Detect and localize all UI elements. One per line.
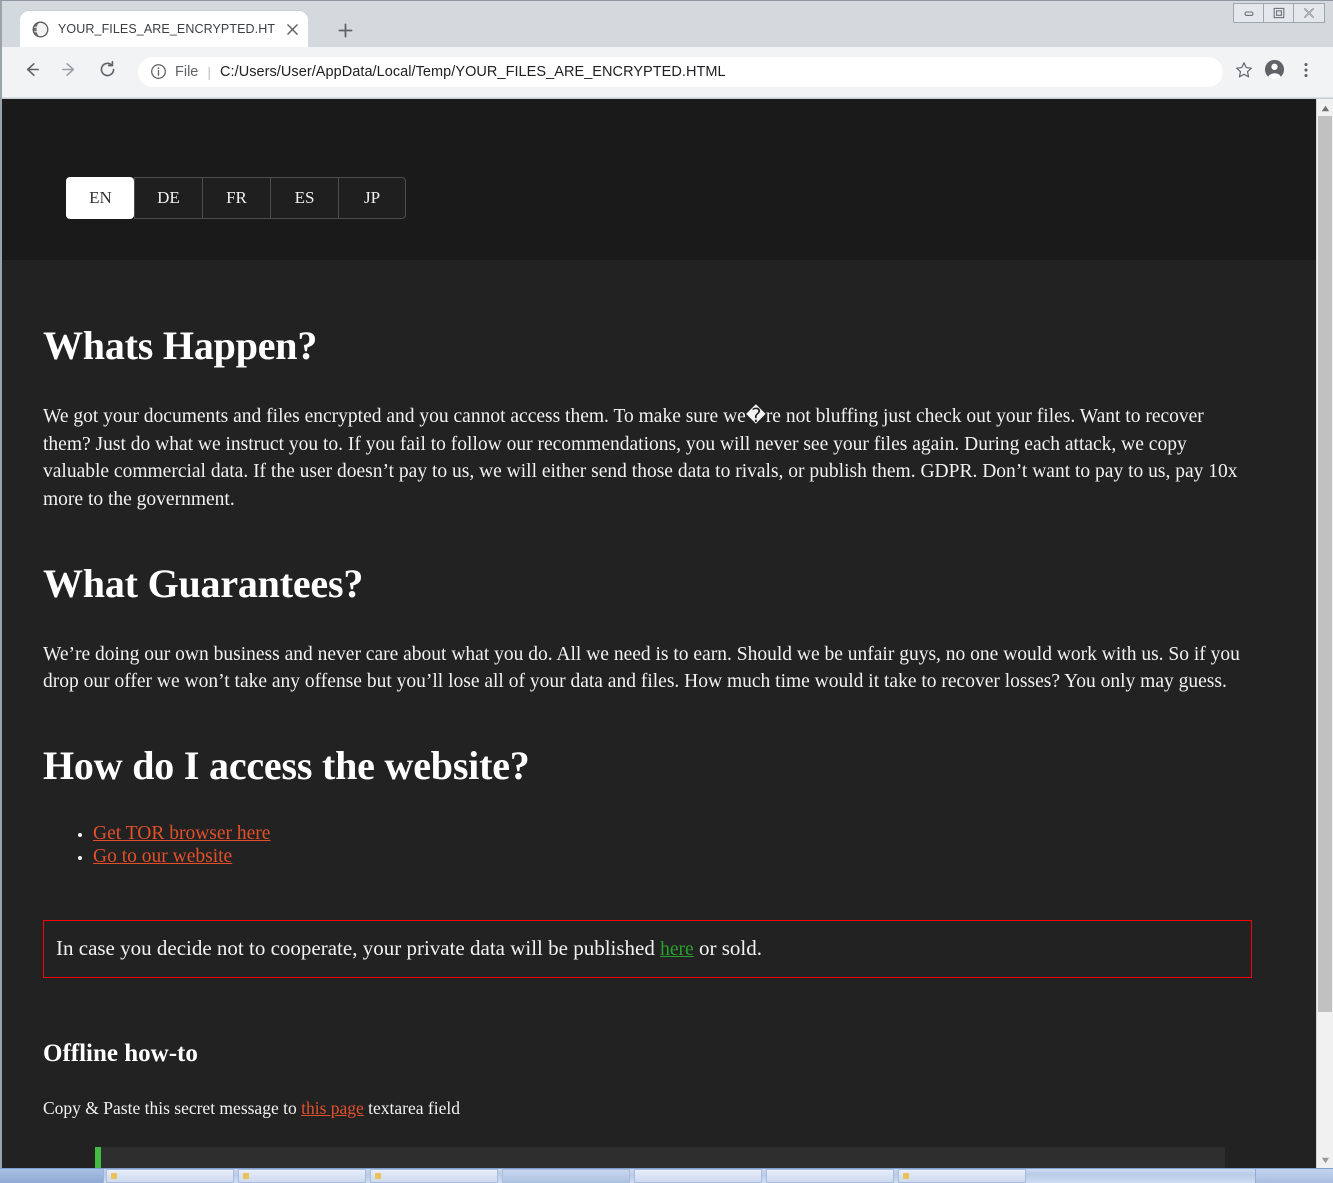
url-scheme-label: File <box>175 64 199 80</box>
url-separator: | <box>207 64 212 80</box>
windows-taskbar <box>0 1168 1333 1183</box>
language-tab-es[interactable]: ES <box>270 177 338 219</box>
system-tray[interactable] <box>1255 1169 1333 1183</box>
list-item: Get TOR browser here <box>93 823 1252 845</box>
data-publication-warning-box: In case you decide not to cooperate, you… <box>43 920 1252 978</box>
arrow-right-icon <box>60 60 79 84</box>
taskbar-item[interactable] <box>106 1169 234 1183</box>
paragraph-what-guarantees: We’re doing our own business and never c… <box>43 643 1240 693</box>
ransom-note-body: Whats Happen? We got your documents and … <box>2 260 1316 1168</box>
warning-text-before: In case you decide not to cooperate, you… <box>56 936 655 961</box>
restore-icon <box>1272 7 1286 19</box>
minimize-icon <box>1242 8 1256 18</box>
ransom-note-page: EN DE FR ES JP Whats Happen? We got your… <box>2 99 1316 1168</box>
app-icon <box>111 1173 117 1179</box>
reload-icon <box>98 60 117 84</box>
section-heading-access-website: How do I access the website? <box>43 743 530 789</box>
offline-howto-instruction: Copy & Paste this secret message to this… <box>43 1096 1252 1121</box>
browser-tab[interactable]: YOUR_FILES_ARE_ENCRYPTED.HT <box>20 11 308 47</box>
language-switcher: EN DE FR ES JP <box>66 177 1316 219</box>
close-icon[interactable] <box>282 19 302 39</box>
browser-window: YOUR_FILES_ARE_ENCRYPTED.HT File | C:/Us… <box>0 0 1333 1168</box>
warning-text: In case you decide not to cooperate, you… <box>56 935 1239 962</box>
scrollbar-track[interactable] <box>1317 116 1333 1151</box>
plus-icon <box>338 23 353 43</box>
url-text[interactable]: C:/Users/User/AppData/Local/Temp/YOUR_FI… <box>220 64 1217 80</box>
account-circle-icon <box>1264 59 1285 85</box>
globe-icon <box>32 21 49 38</box>
app-icon <box>375 1173 381 1179</box>
language-tab-de[interactable]: DE <box>134 177 202 219</box>
forward-button[interactable] <box>52 55 86 89</box>
language-tab-fr[interactable]: FR <box>202 177 270 219</box>
scroll-up-button[interactable] <box>1317 99 1333 116</box>
taskbar-item[interactable] <box>634 1169 762 1183</box>
star-icon <box>1235 61 1253 84</box>
minimize-button[interactable] <box>1234 4 1264 22</box>
three-dot-menu-icon <box>1303 60 1309 85</box>
address-bar[interactable]: File | C:/Users/User/AppData/Local/Temp/… <box>138 57 1223 87</box>
arrow-left-icon <box>22 60 41 84</box>
warning-text-after: or sold. <box>698 936 762 961</box>
taskbar-item[interactable] <box>898 1169 1026 1183</box>
scrollbar-thumb[interactable] <box>1318 116 1332 1012</box>
browser-title-bar: YOUR_FILES_ARE_ENCRYPTED.HT <box>2 1 1333 47</box>
access-links-list: Get TOR browser here Go to our website <box>43 823 1252 868</box>
this-page-link[interactable]: this page <box>301 1098 364 1118</box>
new-tab-button[interactable] <box>332 20 358 46</box>
back-button[interactable] <box>14 55 48 89</box>
close-icon <box>1302 7 1316 19</box>
language-tab-en[interactable]: EN <box>66 177 134 219</box>
app-icon <box>243 1173 249 1179</box>
taskbar-spacer <box>1028 1169 1255 1183</box>
taskbar-item[interactable] <box>238 1169 366 1183</box>
section-heading-whats-happen: Whats Happen? <box>43 323 318 368</box>
bookmark-button[interactable] <box>1231 59 1257 85</box>
vertical-scrollbar[interactable] <box>1316 99 1333 1168</box>
profile-button[interactable] <box>1259 57 1289 87</box>
scroll-up-arrow-icon <box>1321 99 1330 117</box>
close-button[interactable] <box>1294 4 1324 22</box>
tab-title: YOUR_FILES_ARE_ENCRYPTED.HT <box>58 22 276 36</box>
language-tab-label: ES <box>294 188 315 207</box>
reload-button[interactable] <box>90 55 124 89</box>
window-controls <box>1233 3 1325 23</box>
restore-button[interactable] <box>1264 4 1294 22</box>
paragraph-whats-happen: We got your documents and files encrypte… <box>43 406 1238 511</box>
start-button[interactable] <box>0 1169 104 1183</box>
our-website-link[interactable]: Go to our website <box>93 846 232 867</box>
browser-toolbar: File | C:/Users/User/AppData/Local/Temp/… <box>2 47 1333 98</box>
info-circle-icon[interactable] <box>150 63 168 81</box>
browser-menu-button[interactable] <box>1291 57 1321 87</box>
browser-viewport: EN DE FR ES JP Whats Happen? We got your… <box>2 98 1333 1168</box>
scroll-down-arrow-icon <box>1321 1151 1330 1169</box>
app-icon <box>903 1173 909 1179</box>
language-header: EN DE FR ES JP <box>2 99 1316 260</box>
list-item: Go to our website <box>93 846 1252 868</box>
taskbar-item[interactable] <box>766 1169 894 1183</box>
secret-key-blockquote[interactable]: QUFBQkJCQ0NDRERERUVFRkZGR0dHSEhISUlJSkpK… <box>95 1147 1225 1168</box>
section-heading-what-guarantees: What Guarantees? <box>43 560 364 606</box>
tor-browser-link[interactable]: Get TOR browser here <box>93 823 270 844</box>
language-tab-jp[interactable]: JP <box>338 177 406 219</box>
howto-text-after: textarea field <box>368 1097 460 1118</box>
howto-text-before: Copy & Paste this secret message to <box>43 1097 297 1118</box>
language-tab-label: FR <box>226 188 247 207</box>
taskbar-item[interactable] <box>370 1169 498 1183</box>
taskbar-item[interactable] <box>502 1169 630 1183</box>
here-link[interactable]: here <box>660 939 694 960</box>
language-tab-label: DE <box>157 188 180 207</box>
section-heading-offline-howto: Offline how-to <box>43 1039 198 1067</box>
language-tab-label: EN <box>89 188 112 207</box>
language-tab-label: JP <box>363 188 381 207</box>
scroll-down-button[interactable] <box>1317 1151 1333 1168</box>
